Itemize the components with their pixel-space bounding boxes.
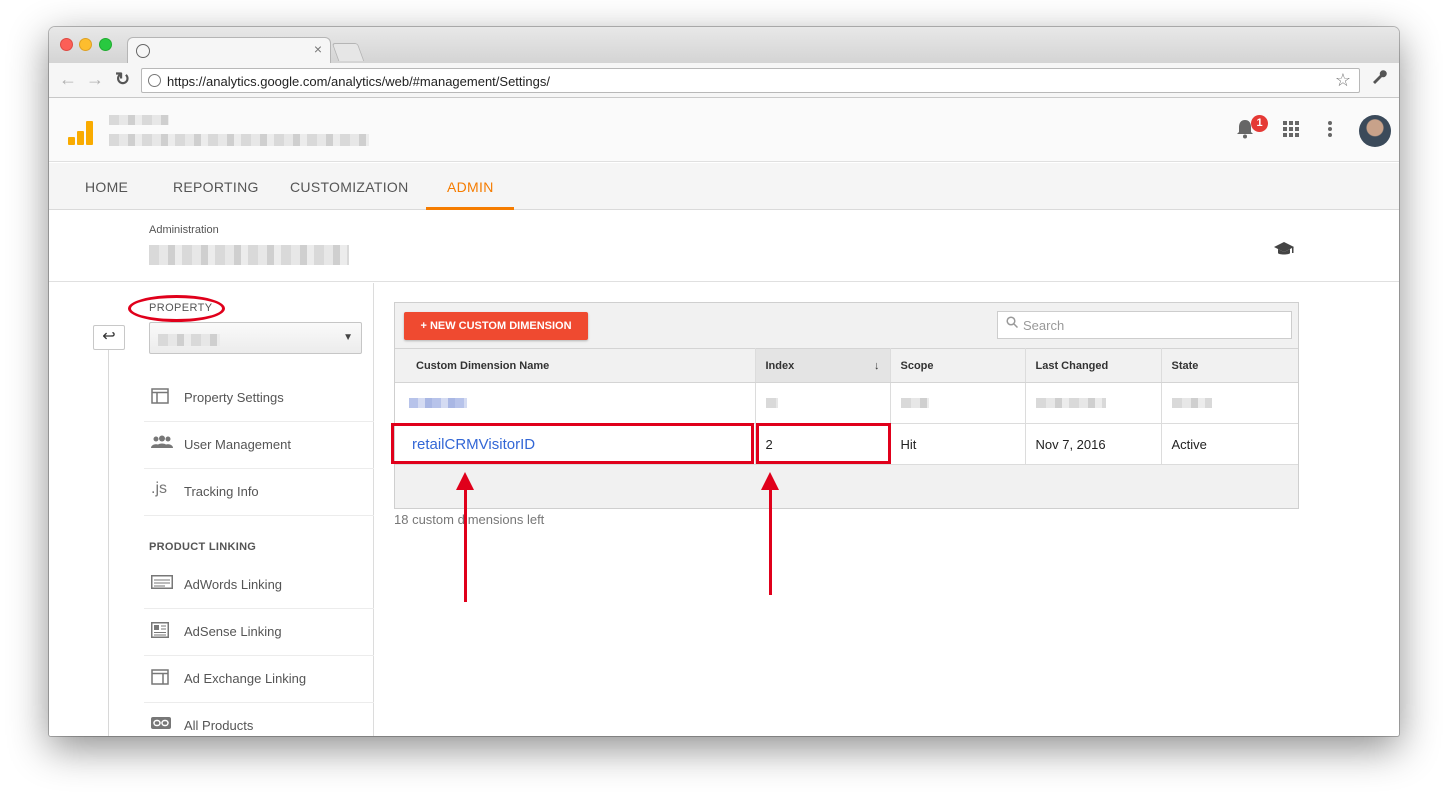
column-header-last-changed[interactable]: Last Changed: [1025, 348, 1162, 383]
back-arrow-icon: ↩: [102, 328, 116, 345]
notification-count-badge: 1: [1251, 115, 1268, 132]
account-selector-redacted[interactable]: [149, 245, 349, 265]
address-url: https://analytics.google.com/analytics/w…: [167, 74, 550, 89]
search-placeholder: Search: [1023, 318, 1065, 333]
sidebar-item-adsense-linking[interactable]: AdSense Linking: [144, 609, 374, 656]
search-input[interactable]: Search: [997, 311, 1292, 339]
annotation-box-index: [756, 423, 891, 464]
sidebar-item-label: Property Settings: [184, 390, 284, 405]
dimension-scope-cell: [890, 382, 1026, 424]
page-info-icon[interactable]: [148, 74, 161, 87]
property-value-redacted: [158, 334, 220, 346]
redacted-value: [1171, 398, 1212, 408]
sidebar-item-all-products[interactable]: All Products: [144, 703, 374, 736]
product-linking-heading: PRODUCT LINKING: [149, 541, 257, 553]
property-settings-icon: [151, 388, 171, 406]
tab-admin[interactable]: ADMIN: [447, 179, 494, 195]
bookmark-star-icon[interactable]: ☆: [1335, 70, 1351, 91]
table-header-row: Custom Dimension Name Index ↓ Scope Last…: [395, 348, 1298, 383]
column-header-name[interactable]: Custom Dimension Name: [395, 348, 756, 383]
dimension-name-cell[interactable]: [395, 382, 756, 424]
avatar[interactable]: [1359, 115, 1391, 147]
dimension-state-cell: Active: [1161, 423, 1298, 465]
globe-icon: [136, 44, 150, 58]
redacted-value: [1035, 398, 1106, 408]
column-header-scope[interactable]: Scope: [890, 348, 1026, 383]
custom-dimensions-panel: + NEW CUSTOM DIMENSION Search Custom Dim…: [394, 302, 1299, 509]
tab-reporting[interactable]: REPORTING: [173, 179, 259, 195]
dimensions-left-count: 18 custom dimensions left: [394, 512, 545, 527]
sidebar-item-label: AdSense Linking: [184, 624, 282, 639]
search-icon: [1006, 316, 1019, 331]
sidebar-item-tracking-info[interactable]: .js Tracking Info: [144, 469, 374, 516]
users-icon: [151, 435, 173, 453]
browser-toolbar: ← → ↻ https://analytics.google.com/analy…: [49, 63, 1399, 98]
collapse-back-button[interactable]: ↩: [93, 325, 125, 350]
main-nav: HOME REPORTING CUSTOMIZATION ADMIN: [49, 163, 1399, 210]
minimize-window-button[interactable]: [79, 38, 92, 51]
analytics-header: 1: [49, 98, 1399, 162]
sort-down-arrow-icon: ↓: [874, 359, 880, 372]
sidebar-item-ad-exchange-linking[interactable]: Ad Exchange Linking: [144, 656, 374, 703]
redacted-value: [765, 398, 778, 408]
chevron-down-icon: ▼: [343, 332, 353, 343]
dimension-scope-cell: Hit: [890, 423, 1026, 465]
column-header-index[interactable]: Index ↓: [755, 348, 891, 383]
browser-window: × ← → ↻ https://analytics.google.com/ana…: [49, 27, 1399, 736]
link-icon: [151, 716, 171, 734]
annotation-arrow-shaft: [464, 489, 467, 602]
account-name-redacted: [109, 115, 169, 125]
dimension-last-changed-cell: [1025, 382, 1162, 424]
graduation-cap-icon[interactable]: [1273, 241, 1295, 262]
annotation-arrow-up: [456, 472, 474, 490]
browser-tab-bar: ×: [49, 27, 1399, 64]
wrench-icon[interactable]: [1371, 69, 1387, 90]
sidebar-item-label: Ad Exchange Linking: [184, 671, 307, 686]
redacted-value: [409, 398, 467, 408]
adwords-icon: [151, 575, 173, 593]
back-arrow-icon[interactable]: ←: [59, 69, 77, 90]
sidebar-item-adwords-linking[interactable]: AdWords Linking: [144, 562, 374, 609]
annotation-ellipse: [128, 295, 225, 322]
apps-grid-icon[interactable]: [1283, 121, 1299, 142]
tab-customization[interactable]: CUSTOMIZATION: [290, 179, 409, 195]
adsense-icon: [151, 622, 171, 640]
annotation-arrow-shaft: [769, 489, 772, 595]
sidebar-item-label: User Management: [184, 437, 291, 452]
tab-close-icon[interactable]: ×: [314, 41, 322, 57]
more-vert-icon[interactable]: [1328, 121, 1332, 142]
admin-breadcrumb-bar: Administration: [49, 211, 1399, 282]
new-tab-button[interactable]: [331, 43, 365, 61]
maximize-window-button[interactable]: [99, 38, 112, 51]
annotation-box-name: [391, 423, 754, 464]
admin-label: Administration: [149, 224, 219, 236]
close-window-button[interactable]: [60, 38, 73, 51]
address-bar[interactable]: https://analytics.google.com/analytics/w…: [141, 68, 1360, 93]
dimension-last-changed-cell: Nov 7, 2016: [1025, 423, 1162, 465]
table-row: [395, 382, 1298, 424]
js-icon: .js: [151, 480, 167, 497]
column-header-state[interactable]: State: [1161, 348, 1298, 383]
dimension-index-cell: [755, 382, 891, 424]
sidebar-item-user-management[interactable]: User Management: [144, 422, 374, 469]
sidebar-item-label: AdWords Linking: [184, 577, 283, 592]
property-name-redacted: [109, 134, 369, 146]
new-custom-dimension-button[interactable]: + NEW CUSTOM DIMENSION: [404, 312, 588, 340]
sidebar-item-property-settings[interactable]: Property Settings: [144, 375, 374, 422]
sidebar-divider: [108, 349, 109, 736]
sidebar-item-label: Tracking Info: [184, 484, 259, 499]
ad-exchange-icon: [151, 669, 171, 687]
sidebar-item-label: All Products: [184, 718, 254, 733]
reload-icon[interactable]: ↻: [115, 69, 130, 90]
admin-sidebar: ↩ PROPERTY ▼ Property Settings User Mana…: [49, 283, 374, 736]
forward-arrow-icon[interactable]: →: [86, 69, 104, 90]
active-tab-indicator: [426, 207, 514, 210]
redacted-value: [900, 398, 929, 408]
annotation-arrow-up: [761, 472, 779, 490]
tab-home[interactable]: HOME: [85, 179, 128, 195]
property-select[interactable]: ▼: [149, 322, 362, 354]
dimension-state-cell: [1161, 382, 1298, 424]
browser-tab[interactable]: ×: [127, 37, 331, 64]
column-header-index-label: Index: [765, 359, 795, 372]
